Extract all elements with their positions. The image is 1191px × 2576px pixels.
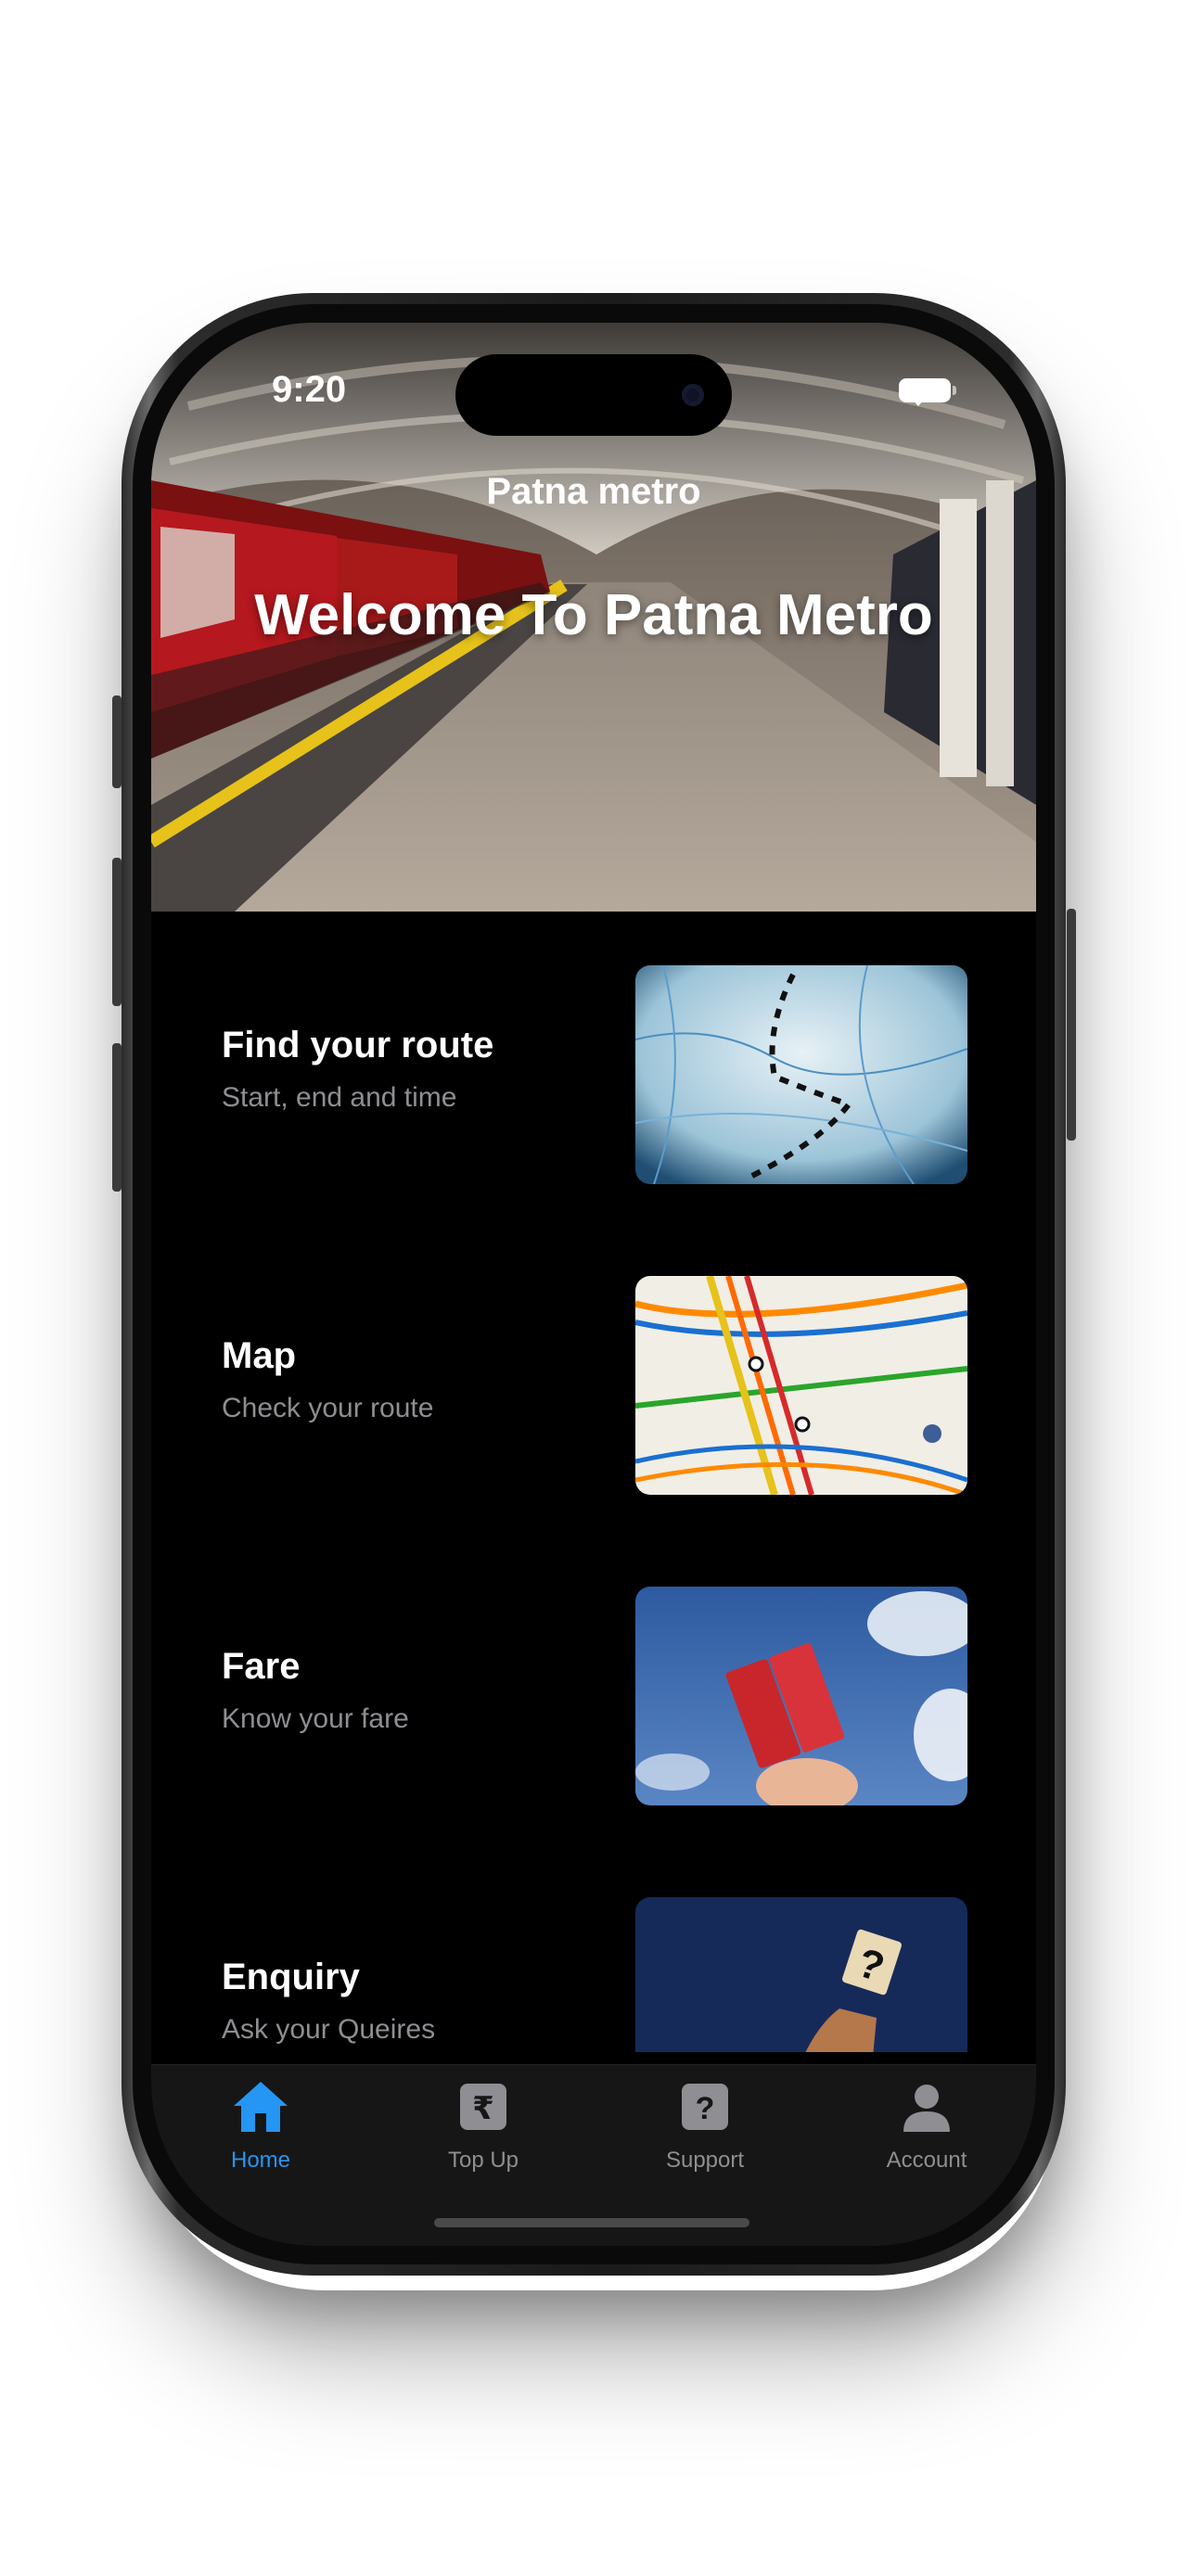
tab-home[interactable]: Home <box>168 2078 353 2174</box>
card-title: Find your route <box>222 1025 494 1065</box>
volume-down-button <box>112 1043 122 1192</box>
tab-support[interactable]: ? Support <box>612 2078 798 2174</box>
nav-title: Patna metro <box>486 471 701 512</box>
app-screen: 9:20 Patna metro Welcome To Patna Metro … <box>151 323 1036 2246</box>
card-subtitle: Check your route <box>222 1393 434 1423</box>
rupee-icon: ₹ <box>460 2084 506 2130</box>
enquiry-thumbnail: ? <box>635 1897 967 2052</box>
battery-icon <box>899 378 956 402</box>
card-map[interactable]: Map Check your route <box>151 1276 1036 1498</box>
camera-icon <box>682 384 704 406</box>
person-icon <box>903 2085 950 2132</box>
dynamic-island <box>455 354 732 436</box>
svg-text:₹: ₹ <box>472 2090 494 2127</box>
svg-text:?: ? <box>696 2091 715 2126</box>
volume-up-button <box>112 858 122 1006</box>
status-icons <box>899 378 956 406</box>
welcome-headline: Welcome To Patna Metro <box>254 583 933 647</box>
house-icon <box>234 2082 288 2132</box>
question-icon: ? <box>682 2084 728 2130</box>
card-title: Map <box>222 1335 296 1376</box>
tab-label: Top Up <box>447 2148 519 2173</box>
card-find-route[interactable]: Find your route Start, end and time <box>151 965 1036 1188</box>
route-map-thumbnail <box>635 965 967 1184</box>
hero-banner: 9:20 Patna metro Welcome To Patna Metro <box>151 323 1036 912</box>
card-fare[interactable]: Fare Know your fare <box>151 1587 1036 1809</box>
card-title: Enquiry <box>222 1957 360 1997</box>
tab-label: Account <box>886 2148 967 2173</box>
tickets-thumbnail <box>635 1587 967 1805</box>
side-button <box>1067 909 1076 1141</box>
card-subtitle: Know your fare <box>222 1703 409 1734</box>
card-subtitle: Ask your Queires <box>222 2014 436 2045</box>
action-button <box>112 695 122 788</box>
feature-list: Find your route Start, end and time Map … <box>151 912 1036 2052</box>
tab-label: Home <box>230 2148 291 2173</box>
subway-map-thumbnail <box>635 1276 967 1495</box>
card-title: Fare <box>222 1646 301 1687</box>
card-enquiry[interactable]: Enquiry Ask your Queires ? <box>151 1897 1036 2052</box>
card-subtitle: Start, end and time <box>222 1082 457 1113</box>
tab-top-up[interactable]: ₹ Top Up <box>391 2078 576 2174</box>
home-indicator[interactable] <box>434 2218 749 2227</box>
tab-account[interactable]: Account <box>834 2078 1019 2174</box>
status-time: 9:20 <box>272 369 347 410</box>
tab-label: Support <box>665 2148 745 2173</box>
